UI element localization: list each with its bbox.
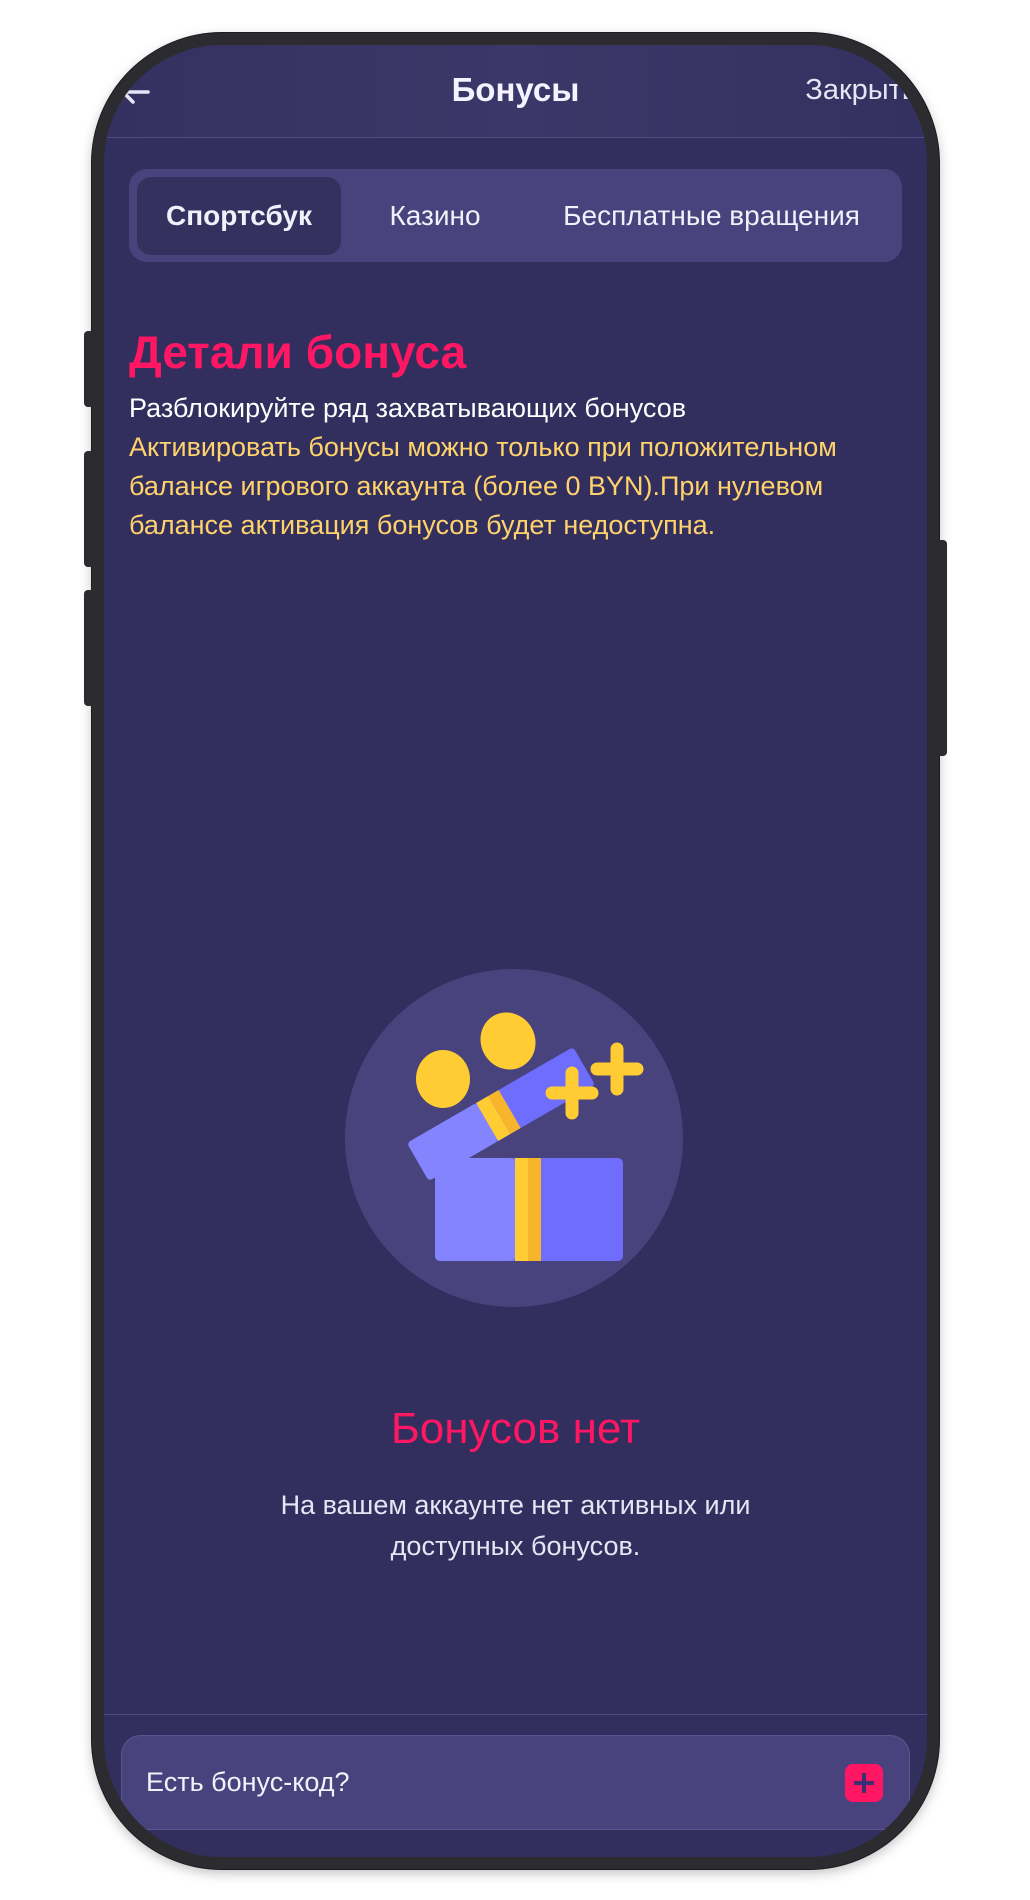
bonus-code-toggle[interactable]: Есть бонус-код?	[121, 1735, 910, 1830]
header: Бонусы Закрыть	[104, 45, 927, 138]
volume-down-button	[84, 590, 94, 706]
app-screen: Бонусы Закрыть Спортсбук Казино Бесплатн…	[104, 45, 927, 1857]
volume-up-button	[84, 451, 94, 567]
bonus-activation-warning: Активировать бонусы можно только при пол…	[129, 432, 837, 540]
bonus-code-label: Есть бонус-код?	[146, 1767, 350, 1797]
plus-icon[interactable]	[845, 1764, 883, 1802]
divider	[104, 1714, 927, 1715]
gift-box-icon	[345, 969, 683, 1307]
tab-casino[interactable]: Казино	[341, 177, 529, 255]
empty-state-title: Бонусов нет	[390, 1404, 641, 1453]
bonus-details-subtitle: Разблокируйте ряд захватывающих бонусов	[129, 393, 687, 423]
tab-sportsbook[interactable]: Спортсбук	[137, 177, 341, 255]
page-title: Бонусы	[451, 71, 580, 108]
tab-free-spins[interactable]: Бесплатные вращения	[529, 177, 894, 255]
bonus-details-title: Детали бонуса	[129, 326, 467, 378]
close-link[interactable]: Закрыть	[805, 74, 917, 107]
mute-switch	[84, 331, 94, 407]
power-button	[937, 540, 947, 756]
empty-state-text: На вашем аккаунте нет активных или досту…	[280, 1490, 751, 1561]
tab-bar: Спортсбук Казино Бесплатные вращения	[129, 169, 902, 262]
